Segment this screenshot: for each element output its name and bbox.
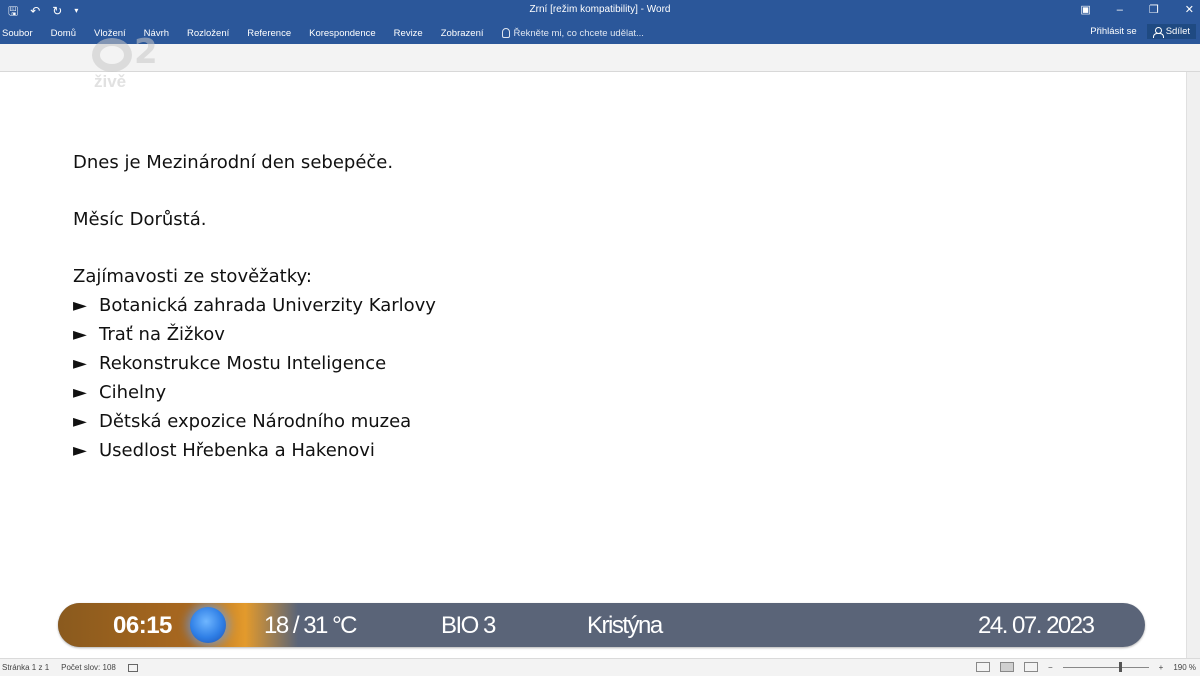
bullet-arrow-icon: ►	[73, 324, 87, 345]
doc-list-heading: Zajímavosti ze stověžatky:	[73, 266, 312, 287]
share-label: Sdílet	[1165, 26, 1190, 37]
tab-layout[interactable]: Rozložení	[187, 28, 229, 39]
logo-channel-number: 2	[134, 32, 158, 72]
bullet-arrow-icon: ►	[73, 382, 87, 403]
window-title: Zrní [režim kompatibility] - Word	[529, 4, 671, 15]
proofing-icon[interactable]	[127, 663, 138, 672]
list-item: ► Dětská expozice Národního muzea	[73, 407, 436, 436]
tab-home[interactable]: Domů	[51, 28, 76, 39]
vertical-scrollbar[interactable]	[1186, 72, 1200, 658]
tab-view[interactable]: Zobrazení	[441, 28, 484, 39]
tab-review[interactable]: Revize	[394, 28, 423, 39]
tv-date: 24. 07. 2023	[978, 612, 1095, 639]
word-count[interactable]: Počet slov: 108	[61, 663, 116, 672]
list-item: ► Cihelny	[73, 378, 436, 407]
tell-me-text: Řekněte mi, co chcete udělat...	[513, 27, 644, 39]
tab-mailings[interactable]: Korespondence	[309, 28, 376, 39]
share-button[interactable]: Sdílet	[1146, 24, 1196, 39]
zoom-level[interactable]: 190 %	[1173, 663, 1196, 672]
tv-bar-accent	[58, 603, 298, 647]
tv-air-quality: BIO 3	[441, 612, 496, 639]
close-icon[interactable]: ✕	[1185, 2, 1194, 18]
tv-temperature: 18 / 31 °C	[264, 612, 358, 639]
logo-live-label: živě	[94, 72, 127, 91]
print-layout-icon[interactable]	[999, 662, 1014, 672]
ribbon-tabs: Soubor Domů Vložení Návrh Rozložení Refe…	[0, 22, 1200, 44]
tab-references[interactable]: Reference	[247, 28, 291, 39]
tv-time: 06:15	[113, 612, 172, 639]
read-mode-icon[interactable]	[975, 662, 990, 672]
channel-logo: 2 živě	[92, 32, 172, 96]
page-count[interactable]: Stránka 1 z 1	[2, 663, 49, 672]
bullet-arrow-icon: ►	[73, 353, 87, 374]
doc-line-intro: Dnes je Mezinárodní den sebepéče.	[73, 152, 394, 173]
list-item: ► Rekonstrukce Mostu Inteligence	[73, 349, 436, 378]
window-controls: ▣ – ❐ ✕	[1080, 2, 1194, 18]
bullet-arrow-icon: ►	[73, 440, 87, 461]
collapsed-ribbon	[0, 44, 1200, 72]
web-layout-icon[interactable]	[1023, 662, 1038, 672]
ribbon-display-icon[interactable]: ▣	[1080, 2, 1090, 18]
tv-info-bar: 06:15 18 / 31 °C BIO 3 Kristýna 24. 07. …	[58, 603, 1145, 647]
person-icon	[1152, 26, 1164, 38]
list-item: ► Botanická zahrada Univerzity Karlovy	[73, 291, 436, 320]
doc-line-moon: Měsíc Dorůstá.	[73, 209, 207, 230]
tell-me-box[interactable]: Řekněte mi, co chcete udělat...	[501, 27, 644, 39]
document-body[interactable]: Dnes je Mezinárodní den sebepéče. Měsíc …	[73, 148, 436, 465]
zoom-slider-thumb[interactable]	[1118, 662, 1122, 672]
bullet-arrow-icon: ►	[73, 295, 87, 316]
tab-file[interactable]: Soubor	[2, 28, 33, 39]
status-bar: Stránka 1 z 1 Počet slov: 108 − + 190 %	[0, 658, 1200, 676]
tv-name-day: Kristýna	[587, 612, 663, 639]
weather-sun-icon	[190, 607, 226, 643]
minimize-icon[interactable]: –	[1117, 2, 1123, 18]
logo-circle-icon	[92, 38, 132, 72]
zoom-in-button[interactable]: +	[1159, 663, 1164, 672]
zoom-out-button[interactable]: −	[1048, 663, 1053, 672]
lightbulb-icon	[501, 28, 510, 38]
bullet-arrow-icon: ►	[73, 411, 87, 432]
restore-icon[interactable]: ❐	[1149, 2, 1159, 18]
title-bar: 🖫 ↶ ↻ ▾ Zrní [režim kompatibility] - Wor…	[0, 0, 1200, 22]
zoom-slider[interactable]	[1062, 662, 1149, 672]
list-item: ► Trať na Žižkov	[73, 320, 436, 349]
list-item: ► Usedlost Hřebenka a Hakenovi	[73, 436, 436, 465]
sign-in-link[interactable]: Přihlásit se	[1090, 26, 1136, 37]
